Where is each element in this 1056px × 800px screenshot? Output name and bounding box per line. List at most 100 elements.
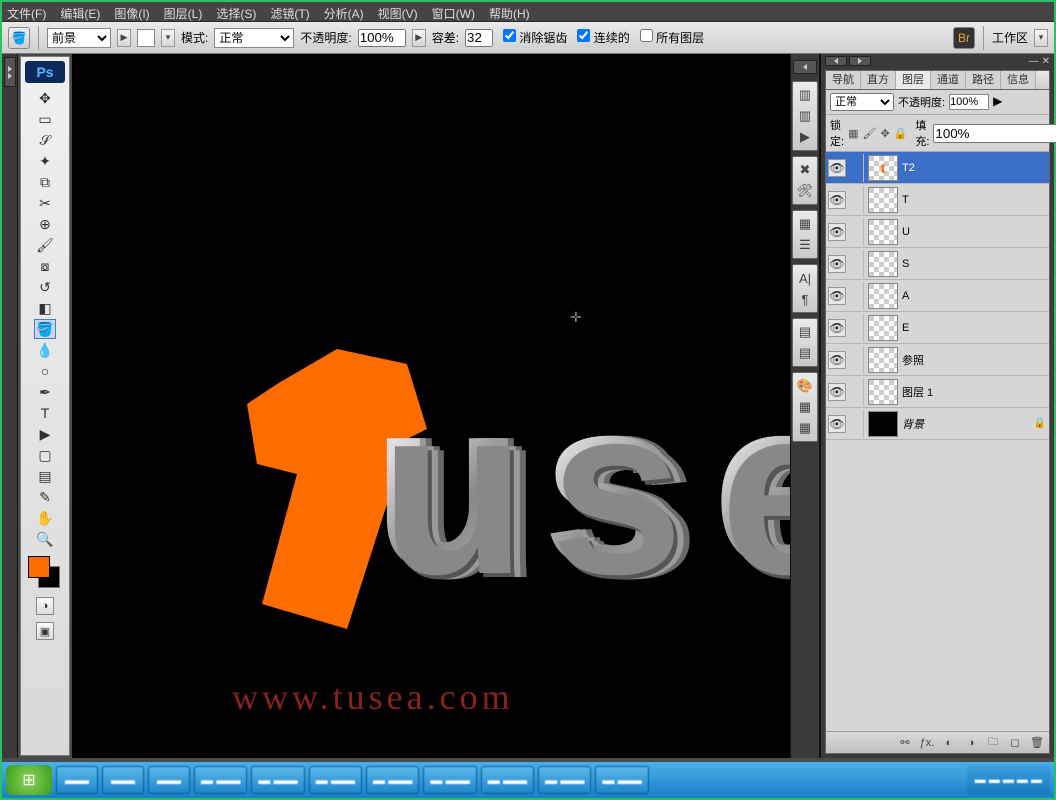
task-item[interactable]: ▬ ▬▬ — [194, 766, 247, 794]
task-item[interactable]: ▬ ▬▬ — [595, 766, 648, 794]
task-item[interactable]: ▬ ▬▬ — [251, 766, 304, 794]
group-icon[interactable]: 🗀 — [985, 735, 1001, 751]
trash-icon[interactable]: 🗑 — [1029, 735, 1045, 751]
link-column[interactable] — [850, 186, 864, 214]
menu-view[interactable]: 视图(V) — [378, 5, 418, 18]
lasso-tool[interactable]: 𝒮 — [34, 130, 56, 150]
color-swatches[interactable] — [28, 556, 62, 590]
actions-icon[interactable]: ▤ — [796, 323, 814, 341]
layer-thumbnail[interactable] — [868, 347, 898, 373]
menu-filter[interactable]: 滤镜(T) — [270, 5, 309, 18]
layercomp-icon[interactable]: ☰ — [796, 236, 814, 254]
menu-image[interactable]: 图像(I) — [114, 5, 149, 18]
slice-tool[interactable]: ✂ — [34, 193, 56, 213]
link-column[interactable] — [850, 282, 864, 310]
link-column[interactable] — [850, 378, 864, 406]
visibility-eye-icon[interactable]: 👁 — [828, 383, 846, 401]
history-icon[interactable]: ▤ — [796, 344, 814, 362]
task-item[interactable]: ▬ ▬▬ — [423, 766, 476, 794]
dodge-tool[interactable]: ○ — [34, 361, 56, 381]
start-button[interactable]: ⊞ — [6, 765, 52, 795]
link-column[interactable] — [850, 218, 864, 246]
layer-thumbnail[interactable] — [868, 379, 898, 405]
swatches-panel-icon[interactable]: ▦ — [796, 398, 814, 416]
tab-navigator[interactable]: 导航 — [826, 70, 861, 89]
brush-tool[interactable]: 🖌 — [34, 235, 56, 255]
character-panel-icon[interactable]: A| — [796, 269, 814, 287]
task-item[interactable]: ▬▬ — [56, 766, 98, 794]
color-panel-icon[interactable]: 🎨 — [796, 377, 814, 395]
visibility-eye-icon[interactable]: 👁 — [828, 159, 846, 177]
layer-row[interactable]: 👁图层 1 — [826, 376, 1049, 408]
opacity-flyout-icon[interactable]: ▶ — [412, 29, 426, 47]
task-item[interactable]: ▬ ▬▬ — [538, 766, 591, 794]
layers-shortcut-icon[interactable]: ▦ — [796, 215, 814, 233]
tab-paths[interactable]: 路径 — [966, 70, 1001, 89]
layer-thumbnail[interactable] — [868, 187, 898, 213]
shape-tool[interactable]: ▢ — [34, 445, 56, 465]
toolpreset-icon[interactable]: 🛠 — [796, 182, 814, 200]
menu-analyze[interactable]: 分析(A) — [324, 5, 364, 18]
screenmode-icon[interactable]: ▣ — [36, 622, 54, 640]
menu-help[interactable]: 帮助(H) — [489, 5, 530, 18]
notes-tool[interactable]: ▤ — [34, 466, 56, 486]
layer-row[interactable]: 👁S — [826, 248, 1049, 280]
visibility-eye-icon[interactable]: 👁 — [828, 255, 846, 273]
mask-icon[interactable]: ◐ — [941, 735, 957, 751]
bucket-tool[interactable]: 🪣 — [34, 319, 56, 339]
paragraph-panel-icon[interactable]: ¶ — [796, 290, 814, 308]
workspace-label[interactable]: 工作区 — [992, 29, 1028, 46]
fx-icon[interactable]: ƒx. — [919, 735, 935, 751]
task-item[interactable]: ▬ ▬▬ — [481, 766, 534, 794]
fg-picker-icon[interactable]: ▶ — [117, 29, 131, 47]
menu-layer[interactable]: 图层(L) — [164, 5, 203, 18]
visibility-eye-icon[interactable]: 👁 — [828, 191, 846, 209]
layer-thumbnail[interactable] — [868, 251, 898, 277]
lock-transparency-icon[interactable]: ▦ — [848, 126, 858, 140]
pattern-arrow-icon[interactable]: ▾ — [161, 29, 175, 47]
collapse-mid-left-icon[interactable] — [793, 60, 817, 74]
styles-panel-icon[interactable]: ▦ — [796, 419, 814, 437]
link-column[interactable] — [850, 314, 864, 342]
canvas[interactable]: ✛ u s e www.tusea.com — [72, 54, 790, 758]
task-item[interactable]: ▬ ▬▬ — [309, 766, 362, 794]
layer-row[interactable]: 👁背景🔒 — [826, 408, 1049, 440]
bucket-tool-icon[interactable]: 🪣 — [8, 27, 30, 49]
layer-thumbnail[interactable] — [868, 411, 898, 437]
link-column[interactable] — [850, 154, 864, 182]
layer-thumbnail[interactable] — [868, 283, 898, 309]
ps-logo-icon[interactable]: Ps — [25, 61, 65, 83]
system-tray[interactable]: ▬ ▬ ▬ ▬ ▬ — [967, 765, 1050, 795]
visibility-eye-icon[interactable]: 👁 — [828, 223, 846, 241]
layer-row[interactable]: 👁A — [826, 280, 1049, 312]
type-tool[interactable]: T — [34, 403, 56, 423]
layer-blendmode-select[interactable]: 正常 — [830, 93, 894, 111]
menu-window[interactable]: 窗口(W) — [432, 5, 475, 18]
blend-mode-select[interactable]: 正常 — [214, 28, 294, 48]
foreground-select[interactable]: 前景 — [47, 28, 111, 48]
wand-tool[interactable]: ✦ — [34, 151, 56, 171]
tab-layers[interactable]: 图层 — [896, 70, 931, 89]
heal-tool[interactable]: ⊕ — [34, 214, 56, 234]
expand-right-icon[interactable] — [849, 56, 871, 66]
eyedropper-tool[interactable]: ✎ — [34, 487, 56, 507]
layer-thumbnail[interactable] — [868, 219, 898, 245]
workspace-arrow-icon[interactable]: ▾ — [1034, 29, 1048, 47]
opacity-input[interactable] — [358, 29, 406, 47]
opacity-slider-icon[interactable]: ▶ — [993, 94, 1005, 110]
link-column[interactable] — [850, 410, 864, 438]
tab-info[interactable]: 信息 — [1001, 70, 1036, 89]
task-item[interactable]: ▬▬ — [148, 766, 190, 794]
menu-file[interactable]: 文件(F) — [7, 5, 46, 18]
collapse-right-icon[interactable] — [825, 56, 847, 66]
link-column[interactable] — [850, 250, 864, 278]
task-item[interactable]: ▬ ▬▬ — [366, 766, 419, 794]
layer-row[interactable]: 👁T — [826, 184, 1049, 216]
fill-input[interactable] — [933, 124, 1056, 143]
panel-minimize-icon[interactable]: — — [1029, 56, 1039, 67]
antialias-checkbox[interactable]: 消除锯齿 — [503, 29, 567, 46]
layer-row[interactable]: 👁U — [826, 216, 1049, 248]
move-tool[interactable]: ✥ — [34, 88, 56, 108]
stamp-tool[interactable]: ⧇ — [34, 256, 56, 276]
path-select-tool[interactable]: ▶ — [34, 424, 56, 444]
